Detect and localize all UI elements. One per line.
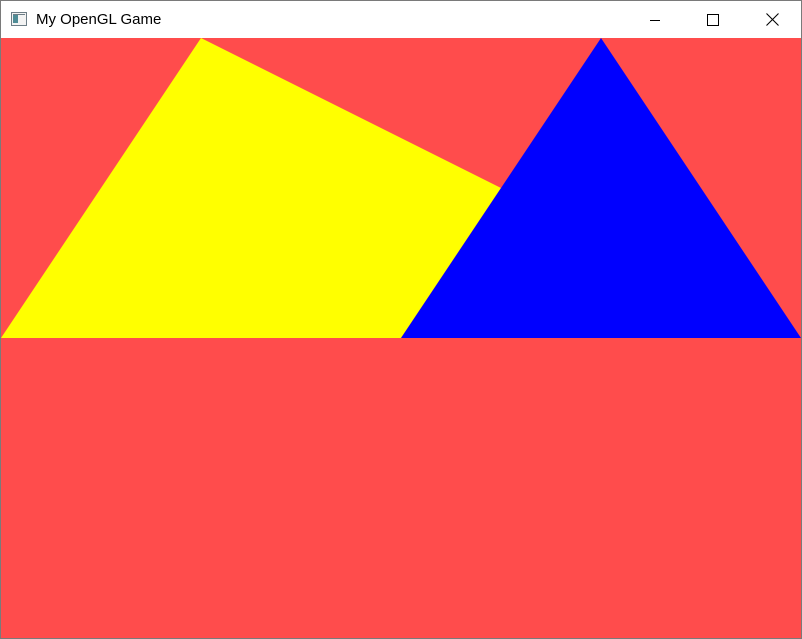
- title-bar[interactable]: My OpenGL Game: [1, 1, 801, 38]
- maximize-icon: [707, 13, 719, 26]
- opengl-viewport[interactable]: [1, 38, 801, 638]
- game-window: My OpenGL Game: [0, 0, 802, 639]
- maximize-button[interactable]: [684, 1, 742, 38]
- window-title: My OpenGL Game: [36, 11, 162, 28]
- yellow-quad: [1, 38, 501, 338]
- minimize-icon: [649, 14, 661, 26]
- close-button[interactable]: [743, 1, 801, 38]
- scene-canvas: [1, 38, 801, 338]
- close-icon: [765, 13, 779, 26]
- minimize-button[interactable]: [626, 1, 684, 38]
- application-window-icon[interactable]: [11, 12, 27, 26]
